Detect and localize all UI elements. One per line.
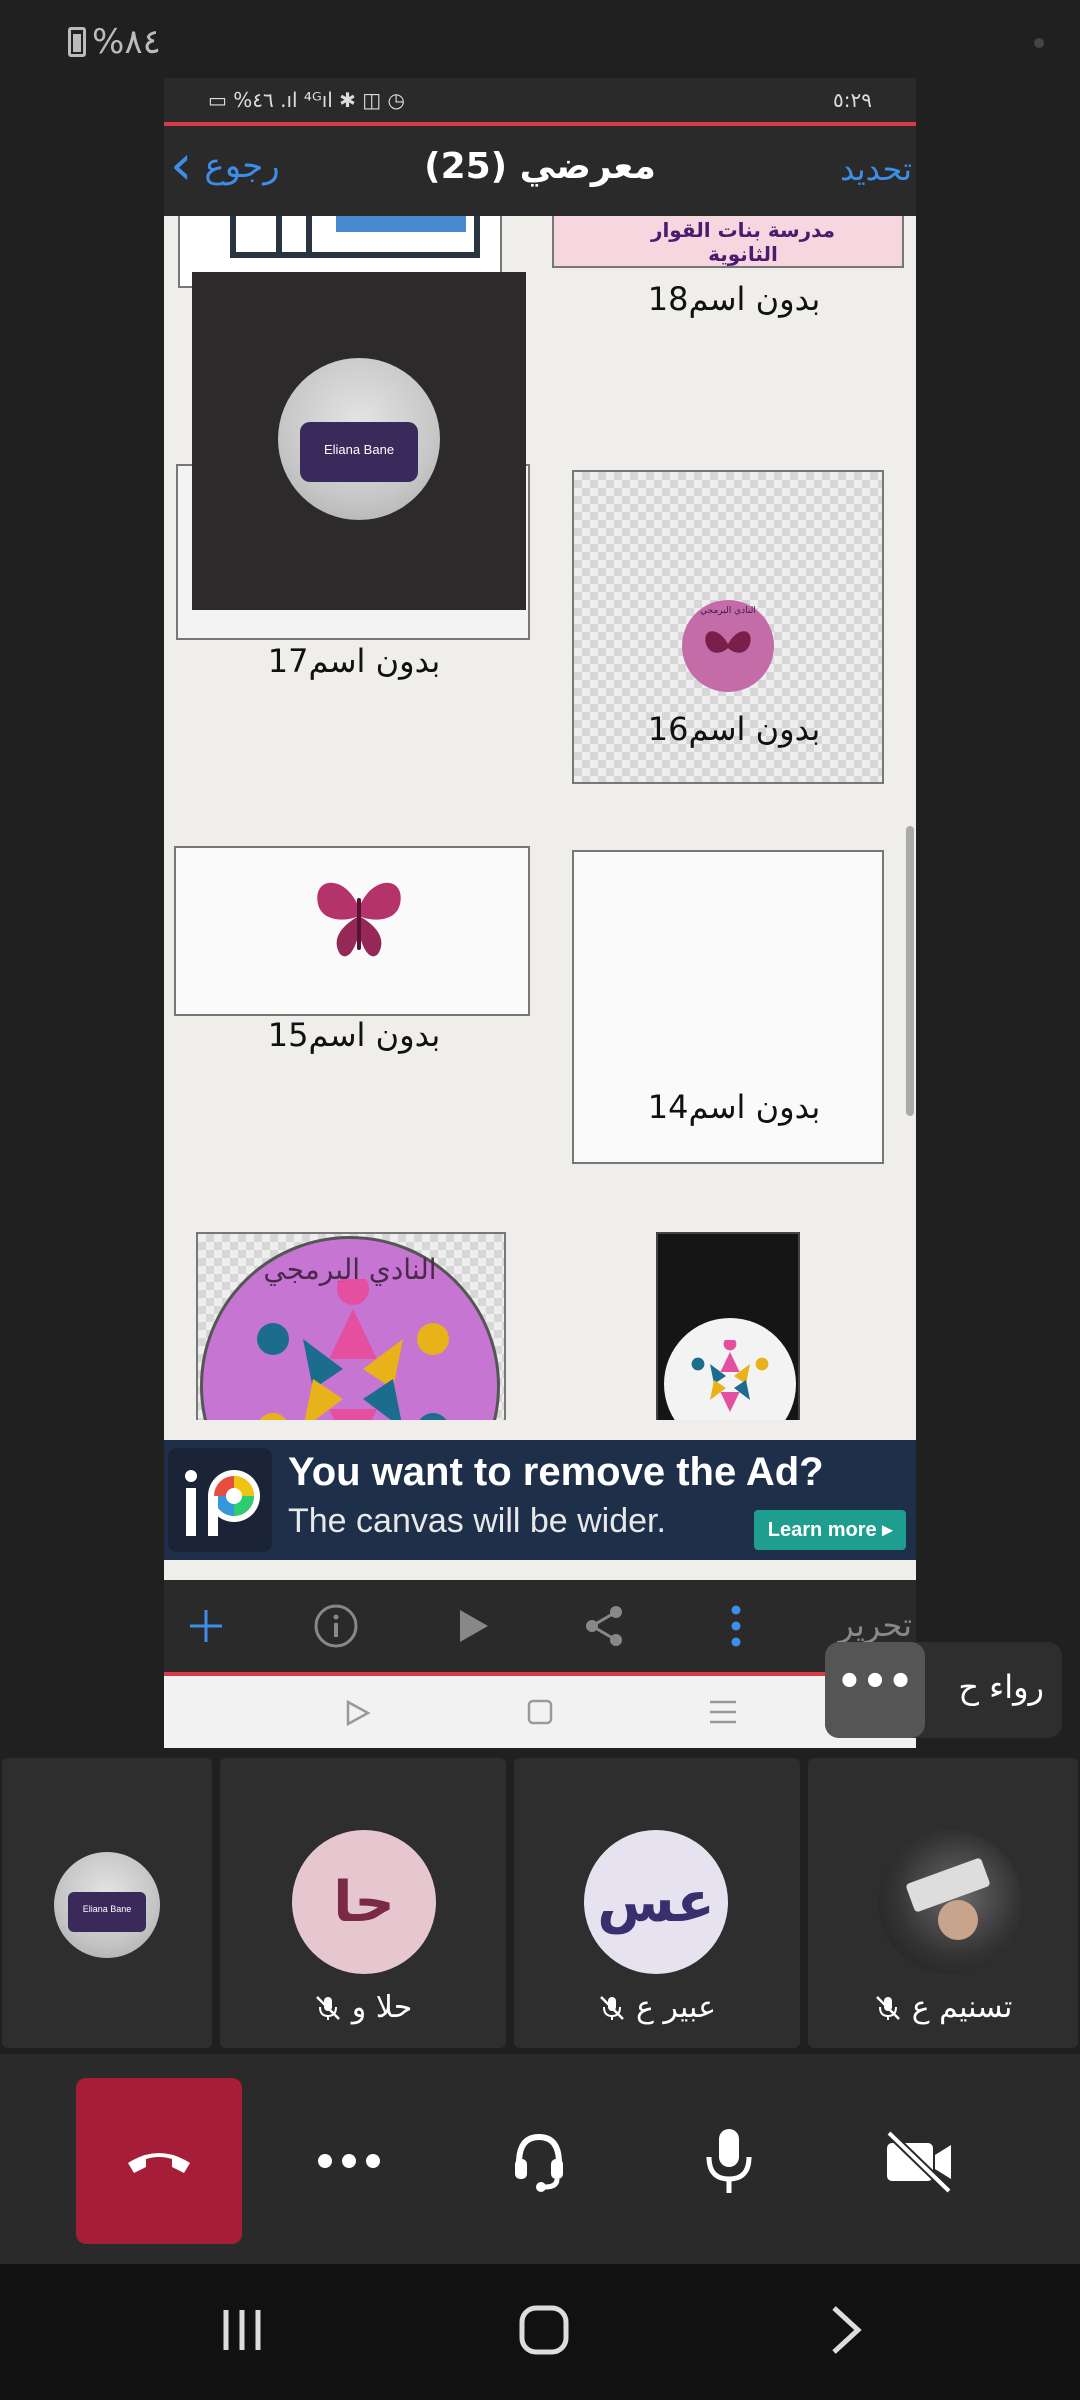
info-icon [314,1604,358,1648]
participant-tile[interactable]: حا حلا و [220,1758,506,2048]
banner-text: مدرسة بنات القوار الثانوية [650,218,836,266]
system-nav-bar [0,2264,1080,2400]
ad-banner[interactable]: You want to remove the Ad? The canvas wi… [164,1440,916,1560]
shared-screen: ▭ %٤٦ .ıl ⁴ᴳıl ✱ ◫ ◷ ٥:٢٩ ‹ رجوع معرضي (… [164,78,916,1748]
info-button[interactable] [310,1600,362,1652]
avatar: حا [292,1830,436,1974]
participants-strip: Eliana Bane حا حلا و عس عبير ع تسنيم ع [0,1758,1080,2048]
participant-name: عبير ع [514,1990,800,2025]
home-square-icon [527,1699,553,1725]
battery-icon [68,27,86,57]
club-logo: النادي البرمجي [200,1236,500,1420]
thumb-caption: بدون اسم15 [267,1016,441,1054]
gallery-grid: مدرسة بنات القوار الثانوية بدون اسم18 El… [164,216,916,1420]
logo-shapes-icon [691,1340,769,1412]
more-button[interactable] [266,2078,432,2244]
more-horizontal-icon [318,2154,380,2168]
shared-nav-bar [164,1676,916,1748]
menu-icon [710,1700,736,1724]
edit-button[interactable]: تحرير [838,1606,912,1644]
thumb-caption: بدون اسم14 [647,1088,821,1126]
speaker-name: رواء ح [958,1668,1044,1706]
mic-muted-icon [600,1995,624,2020]
select-button[interactable]: تحديد [840,150,912,188]
club-logo: النادي البرمجي [682,600,774,692]
avatar: عس [584,1830,728,1974]
phone-hangup-icon [128,2153,190,2173]
participant-tile[interactable]: تسنيم ع [808,1758,1078,2048]
plus-icon [190,1610,222,1642]
gallery-thumb[interactable]: Eliana Bane [192,272,526,610]
call-controls [0,2054,1080,2264]
more-vertical-icon [731,1605,741,1647]
participant-tile[interactable]: Eliana Bane [2,1758,212,2048]
gallery-thumb[interactable] [174,846,530,1016]
share-icon [586,1606,622,1646]
more-options-button[interactable]: ••• [825,1642,925,1738]
play-icon [460,1610,488,1642]
gallery-title: معرضي (25) [424,146,656,187]
learn-more-button[interactable]: Learn more ▸ [754,1510,906,1550]
speaker-name-pill[interactable]: ••• رواء ح [825,1642,1062,1738]
color-wheel-icon [185,1470,260,1536]
hang-up-button[interactable] [76,2078,242,2244]
mic-muted-icon [875,1995,900,2020]
gallery-toolbar: تحرير [164,1580,916,1672]
gallery-header: ‹ رجوع معرضي (25) تحديد [164,126,916,216]
ad-subtitle: The canvas will be wider. [288,1502,666,1540]
recent-apps-icon[interactable] [216,2304,268,2356]
participant-name: تسنيم ع [808,1990,1078,2025]
ad-title: You want to remove the Ad? [288,1450,824,1494]
home-icon[interactable] [518,2304,570,2356]
share-button[interactable] [578,1600,630,1652]
participant-name: حلا و [220,1990,506,2025]
gallery-thumb[interactable]: النادي البرمجي [196,1232,506,1420]
chevron-right-icon[interactable] [826,2304,866,2356]
audio-button[interactable] [456,2078,622,2244]
microphone-button[interactable] [646,2078,812,2244]
status-bar: %٨٤ [0,0,1080,78]
more-button[interactable] [710,1600,762,1652]
battery-indicator: %٨٤ [68,22,161,62]
participant-tile[interactable]: عس عبير ع [514,1758,800,2048]
camera-dot [1034,38,1044,48]
thumb-caption: بدون اسم17 [267,642,441,680]
add-button[interactable] [180,1600,232,1652]
battery-text: %٨٤ [92,22,161,62]
gallery-thumb[interactable] [656,1232,800,1420]
avatar: Eliana Bane [278,358,440,520]
play-button[interactable] [446,1600,498,1652]
gallery-thumb[interactable]: مدرسة بنات القوار الثانوية [552,216,904,268]
shared-status-time: ٥:٢٩ [833,88,872,112]
microphone-icon [706,2129,752,2193]
app-logo [168,1448,272,1552]
butterfly-icon [317,882,401,957]
avatar: Eliana Bane [54,1852,160,1958]
shared-status-bar: ▭ %٤٦ .ıl ⁴ᴳıl ✱ ◫ ◷ ٥:٢٩ [164,78,916,122]
thumb-caption: بدون اسم16 [647,710,821,748]
scrollbar[interactable] [906,826,914,1116]
shared-status-icons: ▭ %٤٦ .ıl ⁴ᴳıl ✱ ◫ ◷ [208,88,405,112]
thumb-caption: بدون اسم18 [647,280,821,318]
camera-button[interactable] [836,2078,1002,2244]
camera-off-icon [886,2130,952,2193]
headset-icon [515,2133,563,2192]
mic-muted-icon [315,1995,340,2020]
play-outline-icon [346,1699,371,1727]
avatar [878,1830,1022,1974]
logo-shapes-icon [257,1279,449,1420]
club-logo [664,1318,796,1420]
